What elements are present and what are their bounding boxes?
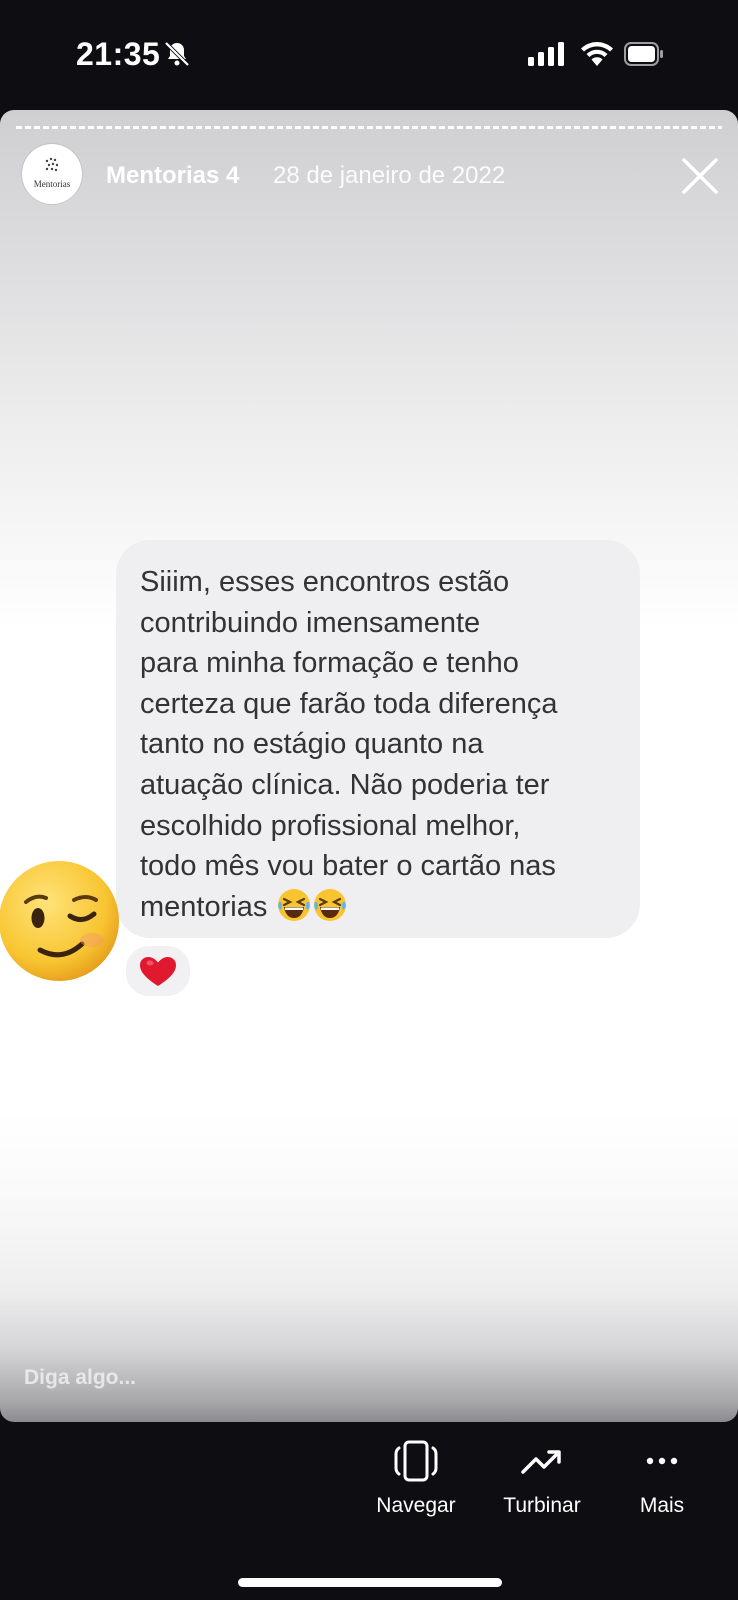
navigate-label: Navegar [376,1494,456,1517]
message-reaction [124,944,192,998]
avatar-logo-icon [45,157,59,172]
story-viewer[interactable]: Mentorias Mentorias 4 28 de janeiro de 2… [0,110,738,1422]
close-icon[interactable] [680,156,720,196]
heart-icon [140,957,176,986]
boost-label: Turbinar [503,1494,581,1517]
trending-up-icon [521,1450,561,1474]
status-bar: 21:35 [0,0,738,108]
grinning-squinting-face-icon [278,888,311,921]
cellular-signal-icon [528,42,564,66]
navigate-button[interactable]: Navegar [372,1440,460,1518]
status-time: 21:35 [76,36,161,72]
message-text-block: Siiim, esses encontros estão contribuind… [140,562,630,927]
boost-button[interactable]: Turbinar [494,1440,590,1518]
avatar-logo-text: Mentorias [33,179,71,189]
grinning-squinting-face-icon [314,888,347,921]
winking-face-icon[interactable] [0,858,122,984]
more-label: Mais [639,1494,685,1517]
more-dots-icon [646,1457,678,1465]
message-bubble: Siiim, esses encontros estão contribuind… [116,540,640,938]
profile-avatar[interactable]: Mentorias [22,144,82,204]
story-progress-bar [16,126,722,129]
post-date: 28 de janeiro de 2022 [273,162,506,189]
home-indicator[interactable] [238,1578,502,1587]
battery-icon [624,42,663,66]
reply-input[interactable]: Diga algo... [24,1366,136,1390]
more-button[interactable]: Mais [622,1440,702,1518]
phone-navigate-icon [394,1440,438,1482]
account-name[interactable]: Mentorias 4 [106,162,239,190]
bell-slash-icon [164,41,190,67]
message-text: Siiim, esses encontros estão contribuind… [140,566,558,923]
wifi-icon [581,42,613,66]
